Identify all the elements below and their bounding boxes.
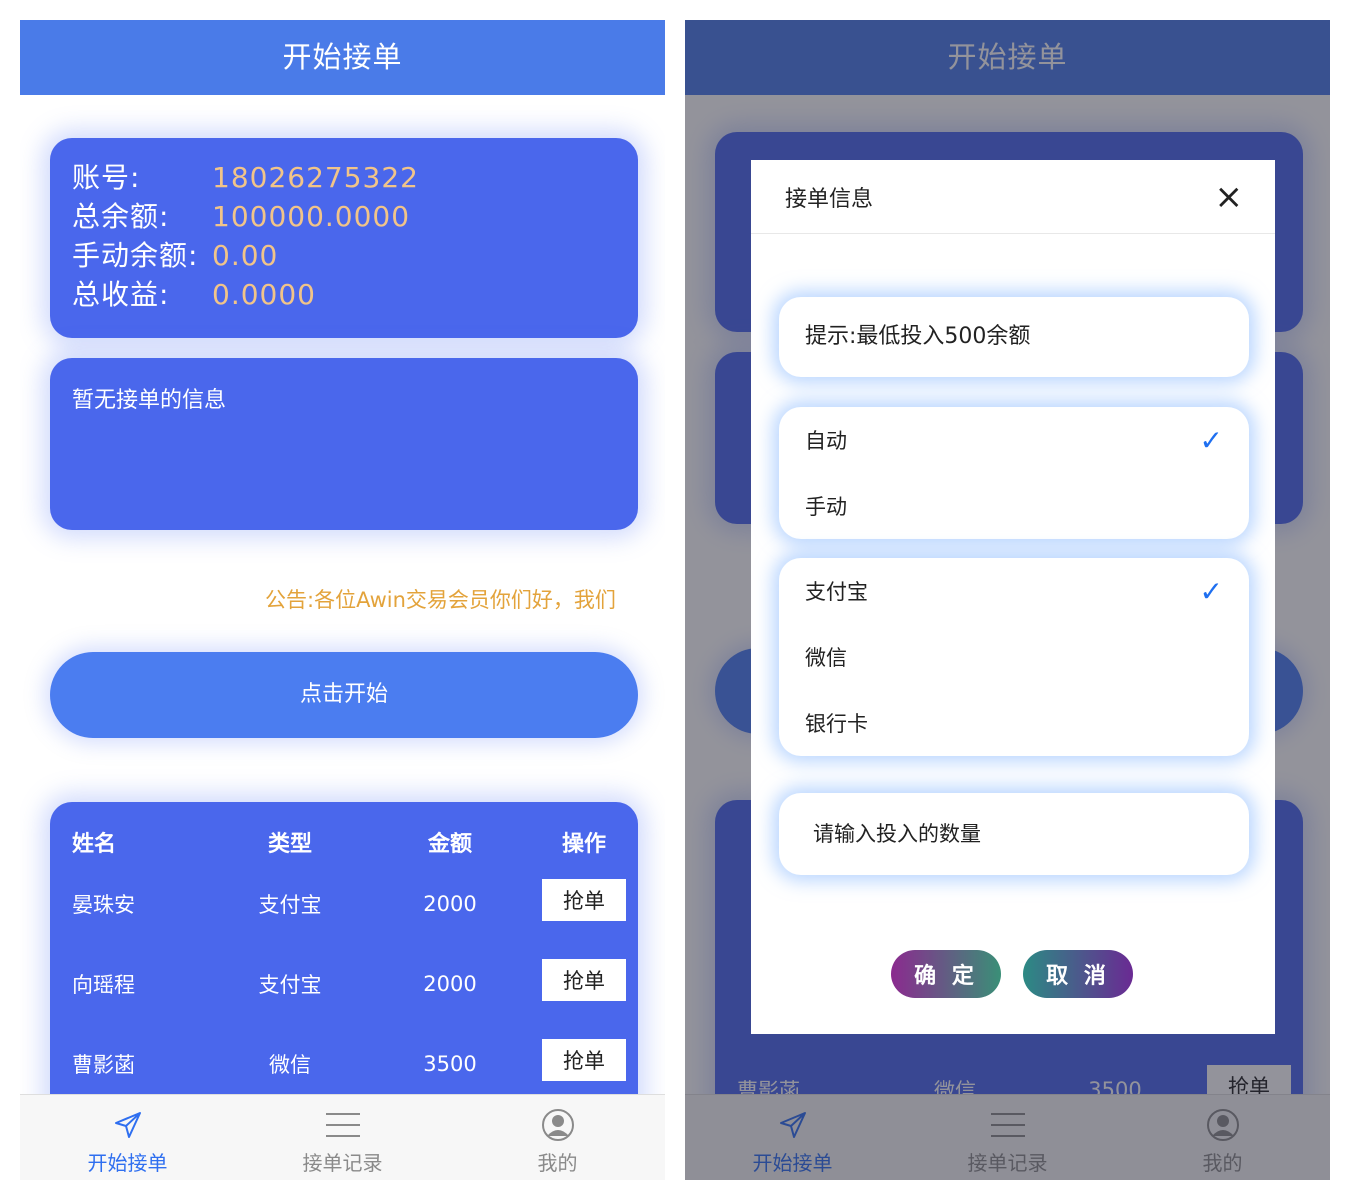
tab-bar: 开始接单 接单记录 我的 [20, 1094, 665, 1180]
order-info-card: 暂无接单的信息 [50, 358, 638, 530]
tip-text: 提示:最低投入500余额 [805, 324, 1031, 349]
order-table: 姓名 类型 金额 操作 晏珠安 支付宝 2000 抢单 向瑶程 支付宝 2000… [50, 802, 638, 1132]
income-label: 总收益: [72, 278, 170, 311]
user-icon [538, 1107, 578, 1143]
grab-order-button[interactable]: 抢单 [542, 1039, 626, 1081]
tip-box: 提示:最低投入500余额 [779, 297, 1249, 377]
option-wechat[interactable]: 微信 [805, 624, 1223, 690]
order-info-dialog: 接单信息 × 提示:最低投入500余额 自动 ✓ 手动 支付宝 ✓ 微信 银行卡… [751, 160, 1275, 1034]
manual-balance-value: 0.00 [212, 239, 279, 272]
check-icon: ✓ [1199, 574, 1223, 608]
row-amount: 2000 [423, 972, 477, 996]
option-label: 银行卡 [805, 712, 868, 736]
tab-label: 开始接单 [87, 1151, 168, 1175]
option-bank-card[interactable]: 银行卡 [805, 690, 1223, 756]
table-header: 姓名 类型 金额 操作 [50, 820, 638, 864]
quantity-input[interactable] [779, 793, 1249, 875]
send-icon [108, 1107, 148, 1143]
row-amount: 3500 [423, 1052, 477, 1076]
payment-select: 支付宝 ✓ 微信 银行卡 [779, 558, 1249, 756]
option-label: 支付宝 [805, 580, 868, 604]
dialog-header: 接单信息 × [751, 160, 1275, 234]
page-title: 开始接单 [20, 20, 665, 95]
row-name: 曹影菡 [72, 1053, 135, 1077]
option-label: 自动 [805, 429, 847, 453]
balance-label: 总余额: [72, 200, 170, 233]
tab-label: 我的 [537, 1151, 578, 1175]
manual-balance-label: 手动余额: [72, 239, 199, 272]
close-icon[interactable]: × [1215, 180, 1244, 214]
account-row: 账号: 18026275322 [72, 158, 616, 197]
row-amount: 2000 [423, 892, 477, 916]
notice-marquee: 公告:各位Awin交易会员你们好，我们 [265, 588, 616, 612]
manual-balance-row: 手动余额: 0.00 [72, 236, 616, 275]
table-row: 向瑶程 支付宝 2000 抢单 [50, 944, 638, 1024]
row-type: 支付宝 [258, 893, 322, 917]
row-type: 支付宝 [258, 973, 322, 997]
grab-order-button[interactable]: 抢单 [542, 879, 626, 921]
row-name: 向瑶程 [72, 973, 135, 997]
account-label: 账号: [72, 161, 141, 194]
header-name: 姓名 [72, 832, 117, 857]
header-action: 操作 [561, 832, 606, 857]
option-auto[interactable]: 自动 ✓ [805, 407, 1223, 473]
option-label: 微信 [805, 646, 847, 670]
grab-order-button[interactable]: 抢单 [542, 959, 626, 1001]
mode-select: 自动 ✓ 手动 [779, 407, 1249, 539]
table-row: 曹影菡 微信 3500 抢单 [50, 1024, 638, 1104]
income-value: 0.0000 [212, 278, 316, 311]
balance-row: 总余额: 100000.0000 [72, 197, 616, 236]
header-amount: 金额 [427, 832, 472, 857]
tab-order-records[interactable]: 接单记录 [235, 1095, 450, 1180]
list-icon [323, 1107, 363, 1143]
confirm-button[interactable]: 确 定 [891, 950, 1001, 998]
header-type: 类型 [267, 832, 312, 857]
income-row: 总收益: 0.0000 [72, 275, 616, 314]
phone-right: 开始接单 曹影菡 微信 3500 抢单 开始接单 接单记录 我的 [685, 20, 1330, 1180]
account-value: 18026275322 [212, 161, 419, 194]
dialog-title: 接单信息 [785, 186, 874, 212]
table-row: 晏珠安 支付宝 2000 抢单 [50, 864, 638, 944]
balance-value: 100000.0000 [212, 200, 411, 233]
option-manual[interactable]: 手动 [805, 473, 1223, 539]
phone-left: 开始接单 账号: 18026275322 总余额: 100000.0000 手动… [20, 20, 665, 1180]
no-order-text: 暂无接单的信息 [72, 388, 227, 413]
start-button[interactable]: 点击开始 [50, 652, 638, 738]
option-alipay[interactable]: 支付宝 ✓ [805, 558, 1223, 624]
row-name: 晏珠安 [72, 893, 135, 917]
cancel-button[interactable]: 取 消 [1023, 950, 1133, 998]
option-label: 手动 [805, 495, 847, 519]
tab-label: 接单记录 [302, 1151, 383, 1175]
account-card: 账号: 18026275322 总余额: 100000.0000 手动余额: 0… [50, 138, 638, 338]
tab-start-order[interactable]: 开始接单 [20, 1095, 235, 1180]
tab-mine[interactable]: 我的 [450, 1095, 665, 1180]
row-type: 微信 [269, 1053, 311, 1077]
check-icon: ✓ [1199, 423, 1223, 457]
